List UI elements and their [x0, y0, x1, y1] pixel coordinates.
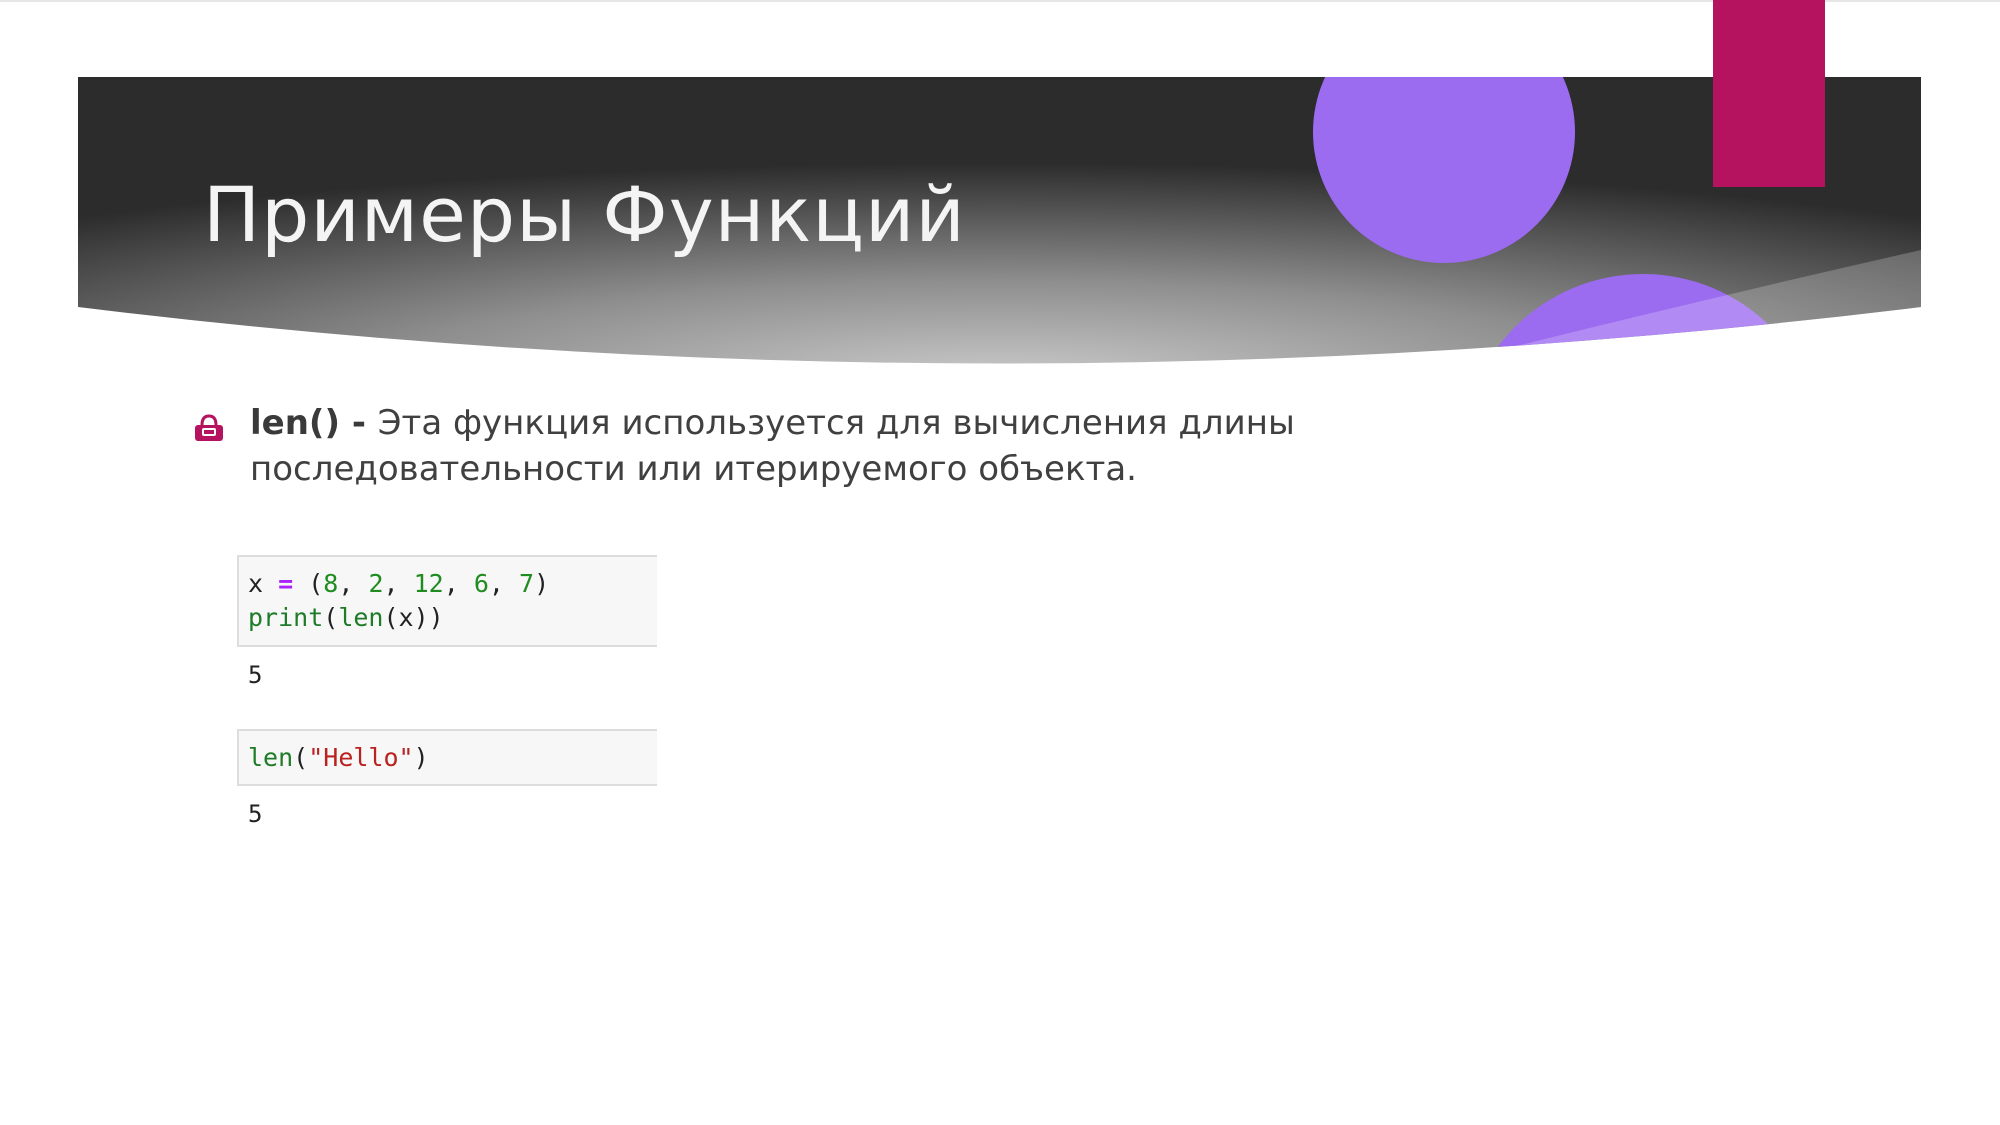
purple-circle-top [1313, 77, 1575, 263]
code-token: x [248, 569, 279, 598]
code-line: print(len(x)) [248, 601, 657, 635]
bullet-description: len() - Эта функция используется для выч… [250, 400, 1350, 492]
code-token: ( [293, 743, 309, 772]
bullet-bag-icon [195, 414, 223, 441]
slide-title: Примеры Функций [203, 170, 966, 259]
code-token: 12 [413, 569, 444, 598]
code-line: x = (8, 2, 12, 6, 7) [248, 567, 657, 601]
code-token: print [248, 603, 324, 632]
code-token: 7 [519, 569, 535, 598]
code-token: , [488, 569, 520, 598]
code-token: ( [293, 569, 324, 598]
code-token: len [338, 603, 384, 632]
code-output-1: 5 [248, 661, 263, 689]
code-token: = [278, 569, 294, 598]
code-token: ) [534, 569, 550, 598]
code-token: "Hello" [308, 743, 414, 772]
code-token: len [248, 743, 294, 772]
code-token: 8 [323, 569, 339, 598]
code-token: ( [323, 603, 339, 632]
code-line: len("Hello") [248, 741, 657, 775]
code-token: , [383, 569, 414, 598]
bullet-term: len() - [250, 403, 378, 443]
code-token: ) [413, 743, 429, 772]
code-cell-2[interactable]: len("Hello") [237, 729, 657, 786]
code-output-2: 5 [248, 800, 263, 828]
code-token: (x)) [383, 603, 444, 632]
code-token: , [338, 569, 369, 598]
code-token: 6 [473, 569, 489, 598]
code-token: , [443, 569, 474, 598]
magenta-accent-bar [1713, 0, 1825, 187]
bullet-body: Эта функция используется для вычисления … [250, 403, 1295, 489]
code-token: 2 [368, 569, 384, 598]
code-cell-1[interactable]: x = (8, 2, 12, 6, 7) print(len(x)) [237, 555, 657, 647]
